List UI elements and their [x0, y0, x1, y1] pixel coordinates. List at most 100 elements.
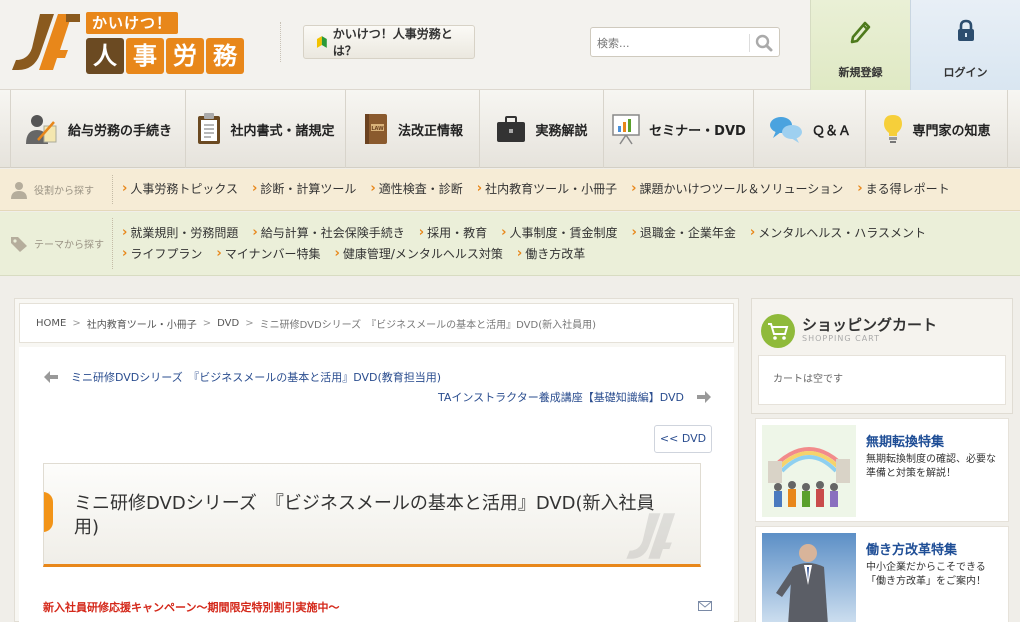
theme-category-label: テーマから探す: [10, 212, 110, 275]
promo-description: 中小企業だからこそできる「働き方改革」をご案内！: [866, 562, 986, 587]
search-icon[interactable]: [754, 33, 774, 53]
cart-title: ショッピングカート: [802, 316, 938, 334]
logo-title: 人 事 労 務: [86, 38, 244, 74]
back-to-dvd-button[interactable]: << DVD: [654, 425, 712, 453]
arrow-right-icon: [697, 391, 711, 403]
role-category-links: 人事労務トピックス 診断・計算ツール 適性検査・診断 社内教育ツール・小冊子 課…: [122, 181, 1010, 197]
about-site-label: かいけつ！人事労務とは？: [332, 27, 453, 58]
login-button[interactable]: ログイン: [910, 0, 1020, 90]
briefcase-icon: [497, 116, 526, 142]
nav-item-seminar-dvd[interactable]: セミナー・DVD: [604, 90, 754, 168]
worker-icon: [25, 115, 57, 144]
register-button[interactable]: 新規登録: [810, 0, 910, 90]
title-accent-tab: [44, 492, 53, 532]
theme-category-bar: テーマから探す 就業規則・労務問題 給与計算・社会保険手続き 採用・教育 人事制…: [0, 212, 1020, 276]
role-link-aptitude-tests[interactable]: 適性検査・診断: [370, 181, 463, 197]
next-product-link[interactable]: TAインストラクター養成講座【基礎知識編】DVD: [438, 389, 712, 405]
role-link-solutions[interactable]: 課題かいけつツール＆ソリューション: [631, 181, 844, 197]
nav-item-label: 給与労務の手続き: [67, 123, 172, 139]
promo-work-style-reform[interactable]: 働き方改革特集 中小企業だからこそできる「働き方改革」をご案内！: [755, 526, 1009, 622]
law-book-icon: LAW: [364, 114, 387, 144]
breadcrumb-separator: >: [202, 317, 212, 329]
nav-item-label: 社内書式・諸規定: [230, 123, 335, 139]
role-link-training-tools[interactable]: 社内教育ツール・小冊子: [477, 181, 617, 197]
search-divider: [749, 34, 750, 52]
presentation-board-icon: [612, 114, 640, 145]
beginner-leaf-icon: [316, 36, 327, 48]
product-title: ミニ研修DVDシリーズ 『ビジネスメールの基本と活用』DVD(新入社員用): [74, 493, 655, 538]
product-title-box: ミニ研修DVDシリーズ 『ビジネスメールの基本と活用』DVD(新入社員用): [43, 463, 701, 567]
promo-description: 無期転換制度の確認、必要な準備と対策を解説！: [866, 454, 996, 479]
nav-item-label: セミナー・DVD: [649, 123, 746, 139]
shopping-cart-box: ショッピングカート SHOPPING CART カートは空です: [751, 298, 1013, 414]
theme-link-retirement-pension[interactable]: 退職金・企業年金: [632, 225, 736, 241]
login-label: ログイン: [943, 66, 988, 79]
logo-subtitle: かいけつ！: [86, 12, 179, 34]
mail-icon[interactable]: [698, 601, 712, 611]
logo-char: 事: [126, 38, 164, 74]
logo-watermark-icon: [626, 513, 676, 559]
role-link-diagnostic-tools[interactable]: 診断・計算ツール: [252, 181, 356, 197]
role-link-hr-topics[interactable]: 人事労務トピックス: [122, 181, 238, 197]
breadcrumb-training-tools[interactable]: 社内教育ツール・小冊子: [87, 316, 197, 331]
theme-link-work-style-reform[interactable]: 働き方改革: [517, 246, 585, 262]
lock-icon: [957, 19, 974, 41]
theme-link-payroll-insurance[interactable]: 給与計算・社会保険手続き: [252, 225, 405, 241]
logo-char: 務: [206, 38, 244, 74]
search-box: [590, 27, 780, 57]
arrow-left-icon: [44, 371, 58, 383]
nav-item-practical-guide[interactable]: 実務解説: [480, 90, 604, 168]
breadcrumb-home[interactable]: HOME: [36, 318, 66, 329]
theme-link-recruitment[interactable]: 採用・教育: [419, 225, 487, 241]
theme-link-my-number[interactable]: マイナンバー特集: [216, 246, 321, 262]
clipboard-icon: [198, 113, 221, 144]
tag-icon: [11, 236, 27, 252]
nav-item-expert-wisdom[interactable]: 専門家の知恵: [866, 90, 1008, 168]
speech-bubbles-icon: [769, 117, 802, 143]
theme-link-health-management[interactable]: 健康管理/メンタルヘルス対策: [335, 246, 503, 262]
breadcrumb: HOME > 社内教育ツール・小冊子 > DVD > ミニ研修DVDシリーズ 『…: [19, 303, 734, 343]
breadcrumb-separator: >: [72, 317, 81, 329]
role-link-reports[interactable]: まる得レポート: [857, 181, 950, 197]
nav-item-law-revisions[interactable]: LAW 法改正情報: [346, 90, 480, 168]
site-logo[interactable]: かいけつ！ 人 事 労 務: [10, 10, 246, 74]
lightbulb-icon: [884, 115, 903, 143]
cart-empty-message: カートは空です: [758, 355, 1006, 405]
next-product-label: TAインストラクター養成講座【基礎知識編】DVD: [437, 391, 684, 404]
theme-link-work-rules[interactable]: 就業規則・労務問題: [122, 225, 238, 241]
nav-item-payroll-procedures[interactable]: 給与労務の手続き: [10, 90, 186, 168]
header-divider: [280, 22, 281, 62]
register-label: 新規登録: [838, 66, 883, 79]
theme-link-mental-health-harassment[interactable]: メンタルヘルス・ハラスメント: [750, 225, 926, 241]
nav-item-label: 実務解説: [535, 123, 588, 139]
category-divider: [112, 218, 113, 269]
role-category-label: 役割から探す: [10, 169, 110, 210]
promo-title: 働き方改革特集: [866, 543, 958, 558]
search-input[interactable]: [597, 32, 747, 54]
theme-link-hr-wage-system[interactable]: 人事制度・賃金制度: [501, 225, 617, 241]
main-content: HOME > 社内教育ツール・小冊子 > DVD > ミニ研修DVDシリーズ 『…: [14, 298, 739, 622]
pencil-icon: [850, 21, 870, 44]
about-site-button[interactable]: かいけつ！人事労務とは？: [303, 25, 475, 59]
campaign-notice: 新入社員研修応援キャンペーン～期間限定特別割引実施中～: [43, 601, 340, 614]
sidebar: ショッピングカート SHOPPING CART カートは空です 無期転換特集 無…: [751, 298, 1013, 622]
theme-link-life-plan[interactable]: ライフプラン: [122, 246, 202, 262]
breadcrumb-dvd[interactable]: DVD: [217, 318, 239, 329]
svg-text:LAW: LAW: [371, 126, 384, 132]
nav-item-label: Ｑ＆Ａ: [811, 123, 851, 139]
role-category-bar: 役割から探す 人事労務トピックス 診断・計算ツール 適性検査・診断 社内教育ツー…: [0, 169, 1020, 211]
theme-category-text: テーマから探す: [34, 240, 104, 251]
prev-product-label: ミニ研修DVDシリーズ 『ビジネスメールの基本と活用』DVD(教育担当用): [71, 371, 442, 384]
logo-char: 人: [86, 38, 124, 74]
person-icon: [11, 181, 27, 199]
businessman-photo: [762, 533, 856, 622]
promo-indefinite-conversion[interactable]: 無期転換特集 無期転換制度の確認、必要な準備と対策を解説！: [755, 418, 1009, 522]
product-panel: ミニ研修DVDシリーズ 『ビジネスメールの基本と活用』DVD(教育担当用) TA…: [19, 347, 734, 622]
nav-item-internal-forms[interactable]: 社内書式・諸規定: [186, 90, 346, 168]
breadcrumb-separator: >: [245, 317, 254, 329]
nav-item-qa[interactable]: Ｑ＆Ａ: [754, 90, 866, 168]
prev-product-link[interactable]: ミニ研修DVDシリーズ 『ビジネスメールの基本と活用』DVD(教育担当用): [43, 369, 441, 385]
role-category-text: 役割から探す: [34, 186, 94, 197]
nav-item-label: 法改正情報: [397, 123, 463, 139]
logo-char: 労: [166, 38, 204, 74]
